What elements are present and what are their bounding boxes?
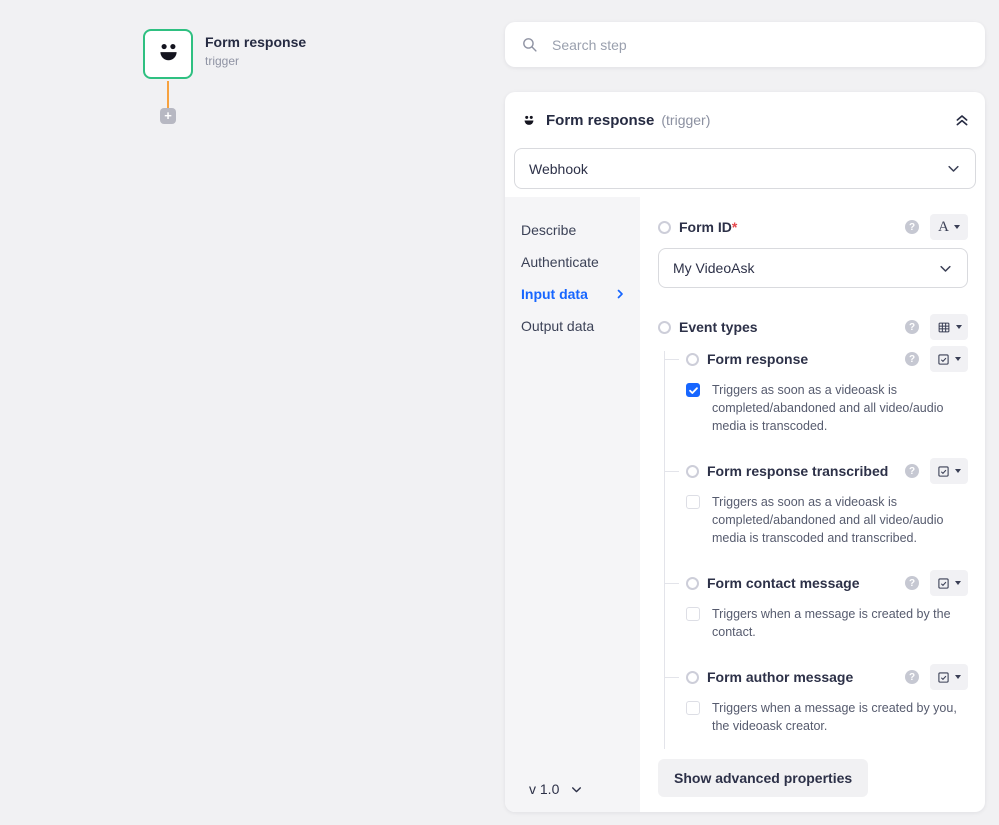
checkbox-type-icon [937, 353, 950, 366]
chevron-right-icon [614, 288, 626, 300]
event-label: Form contact message [707, 575, 860, 591]
panel-title: Form response [546, 112, 654, 129]
videoask-smiley-icon-small [522, 113, 536, 127]
videoask-smiley-icon [155, 38, 182, 70]
trigger-node[interactable] [143, 29, 193, 79]
form-id-field-row: Form ID* ? A [658, 214, 968, 240]
node-title: Form response [205, 34, 306, 50]
field-status-circle [686, 577, 699, 590]
connection-select-value: Webhook [529, 161, 588, 177]
version-label: v 1.0 [529, 781, 559, 797]
step-sidebar: Describe Authenticate Input data Output … [505, 197, 640, 812]
sidebar-item-describe[interactable]: Describe [505, 214, 640, 246]
help-icon[interactable]: ? [905, 352, 919, 366]
sidebar-item-label: Output data [521, 318, 594, 334]
help-icon[interactable]: ? [905, 576, 919, 590]
help-icon[interactable]: ? [905, 464, 919, 478]
form-id-label: Form ID* [679, 219, 737, 235]
event-label: Form response transcribed [707, 463, 888, 479]
node-subtitle: trigger [205, 54, 239, 68]
checkbox-type-icon [937, 577, 950, 590]
event-checkbox[interactable] [686, 495, 700, 509]
table-type-icon [937, 321, 951, 334]
caret-down-icon [955, 469, 961, 473]
event-row-form-contact-message: Form contact message ? [658, 570, 968, 596]
event-types-label: Event types [679, 319, 758, 335]
field-status-circle [686, 671, 699, 684]
sidebar-item-label: Authenticate [521, 254, 599, 270]
event-label: Form author message [707, 669, 853, 685]
event-row-form-response-transcribed: Form response transcribed ? [658, 458, 968, 484]
caret-down-icon [956, 325, 962, 329]
double-chevron-up-icon [954, 112, 970, 128]
connection-select[interactable]: Webhook [514, 148, 976, 189]
form-id-select[interactable]: My VideoAsk [658, 248, 968, 288]
show-advanced-properties-button[interactable]: Show advanced properties [658, 759, 868, 797]
sidebar-item-input-data[interactable]: Input data [505, 278, 640, 310]
version-selector[interactable]: v 1.0 [529, 781, 583, 797]
caret-down-icon [955, 675, 961, 679]
event-type-dropdown[interactable] [930, 570, 968, 596]
step-config-panel: Form response (trigger) Webhook Describe… [505, 92, 985, 812]
event-row-form-response: Form response ? [658, 346, 968, 372]
caret-down-icon [954, 225, 960, 229]
event-type-dropdown[interactable] [930, 346, 968, 372]
chevron-down-icon [938, 261, 953, 276]
event-desc-row: Triggers when a message is created by yo… [658, 699, 968, 735]
chevron-down-icon [946, 161, 961, 176]
event-description: Triggers when a message is created by yo… [712, 699, 960, 735]
search-icon [521, 36, 538, 53]
sidebar-item-output-data[interactable]: Output data [505, 310, 640, 342]
help-icon[interactable]: ? [905, 670, 919, 684]
field-status-circle [686, 353, 699, 366]
required-marker: * [732, 219, 737, 235]
event-desc-row: Triggers when a message is created by th… [658, 605, 968, 641]
form-id-type-dropdown[interactable]: A [930, 214, 968, 240]
event-checkbox[interactable] [686, 607, 700, 621]
event-row-form-author-message: Form author message ? [658, 664, 968, 690]
event-desc-row: Triggers as soon as a videoask is comple… [658, 381, 968, 435]
event-types-field-row: Event types ? [658, 314, 968, 340]
add-step-button[interactable]: + [160, 108, 176, 124]
field-status-circle [658, 221, 671, 234]
search-input[interactable]: Search step [552, 37, 627, 53]
sidebar-item-authenticate[interactable]: Authenticate [505, 246, 640, 278]
field-status-circle [658, 321, 671, 334]
caret-down-icon [955, 357, 961, 361]
help-icon[interactable]: ? [905, 320, 919, 334]
input-data-form: Form ID* ? A My VideoAsk Event types [640, 197, 985, 812]
panel-title-badge: (trigger) [661, 112, 710, 128]
event-description: Triggers as soon as a videoask is comple… [712, 381, 960, 435]
text-type-icon: A [938, 220, 949, 235]
search-step-bar[interactable]: Search step [505, 22, 985, 67]
connector-line [167, 81, 169, 108]
event-label: Form response [707, 351, 808, 367]
event-types-tree: Form response ? [658, 346, 968, 735]
sidebar-item-label: Input data [521, 286, 588, 302]
event-description: Triggers as soon as a videoask is comple… [712, 493, 960, 547]
event-checkbox[interactable] [686, 383, 700, 397]
event-desc-row: Triggers as soon as a videoask is comple… [658, 493, 968, 547]
form-id-select-value: My VideoAsk [673, 260, 754, 276]
collapse-panel-button[interactable] [954, 112, 970, 128]
checkbox-type-icon [937, 671, 950, 684]
checkbox-type-icon [937, 465, 950, 478]
event-checkbox[interactable] [686, 701, 700, 715]
help-icon[interactable]: ? [905, 220, 919, 234]
event-types-type-dropdown[interactable] [930, 314, 968, 340]
event-type-dropdown[interactable] [930, 458, 968, 484]
panel-header: Form response (trigger) [505, 92, 985, 148]
event-type-dropdown[interactable] [930, 664, 968, 690]
field-status-circle [686, 465, 699, 478]
sidebar-item-label: Describe [521, 222, 576, 238]
chevron-down-icon [570, 783, 583, 796]
caret-down-icon [955, 581, 961, 585]
event-description: Triggers when a message is created by th… [712, 605, 960, 641]
